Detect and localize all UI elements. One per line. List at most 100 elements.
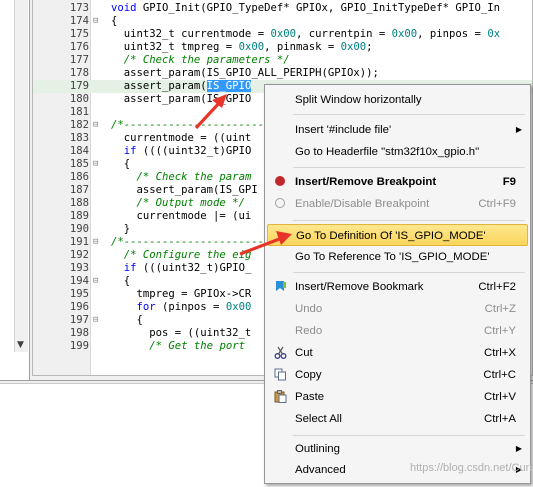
code-text: assert_param(IS_GPIO [111,93,252,105]
submenu-arrow-icon: ▶ [515,125,522,134]
menu-item-insert-remove-breakpoint[interactable]: Insert/Remove Breakpoint F9 [267,171,528,193]
code-line[interactable]: 177 /* Check the parameters */ [33,54,532,67]
line-number: 184 [69,145,89,157]
code-text: /* Get the port [149,340,245,352]
line-number: 177 [69,54,89,66]
menu-item-insert-include[interactable]: Insert '#include file' ▶ [267,119,528,141]
copy-icon [273,368,287,382]
code-text: /* Check the param [136,171,252,183]
line-number: 190 [69,223,89,235]
code-text: if ((((uint32_t)GPIO [123,145,252,157]
code-text: /*----------------------- [111,236,271,248]
project-panel: ▼ [0,0,30,380]
menu-item-label: Go to Headerfile "stm32f10x_gpio.h" [295,146,480,158]
code-line[interactable]: 173 void GPIO_Init(GPIO_TypeDef* GPIOx, G… [33,2,532,15]
code-text: { [111,275,131,287]
line-number: 182 [69,119,89,131]
line-number: 199 [69,340,89,352]
menu-item-label: Paste [295,391,325,403]
fold-toggle-icon[interactable]: ⊟ [93,158,103,171]
menu-separator [293,114,525,115]
code-text: { [111,314,143,326]
menu-item-label: Go To Reference To 'IS_GPIO_MODE' [295,251,490,263]
menu-item-shortcut: Ctrl+F2 [478,281,516,293]
keil-ide-window: ▼ 173 void GPIO_Init(GPIO_TypeDef* GPIOx,… [0,0,533,487]
menu-item-paste[interactable]: Paste Ctrl+V [267,386,528,408]
line-number: 198 [69,327,89,339]
menu-item-label: Undo [295,303,323,315]
line-number: 186 [69,171,89,183]
line-number: 175 [69,28,89,40]
line-number: 178 [69,67,89,79]
code-text: { [111,15,118,27]
menu-item-label: Copy [295,369,322,381]
line-number: 192 [69,249,89,261]
project-panel-scrollbar[interactable]: ▼ [14,0,28,352]
code-text: currentmode |= (ui [111,210,252,222]
menu-separator [293,220,525,221]
menu-item-shortcut: Ctrl+Z [484,303,516,315]
code-line[interactable]: 175 uint32_t currentmode = 0x00, current… [33,28,532,41]
menu-item-outlining[interactable]: Outlining ▶ [267,438,528,460]
code-text: /* Configure the eig [123,249,252,261]
line-number: 195 [69,288,89,300]
line-number: 187 [69,184,89,196]
menu-item-shortcut: Ctrl+Y [484,325,516,337]
code-text: /* Check the parameters */ [123,54,290,66]
menu-item-label: Enable/Disable Breakpoint [295,198,430,210]
menu-separator [293,272,525,273]
fold-toggle-icon[interactable]: ⊟ [93,236,103,249]
fold-toggle-icon[interactable]: ⊟ [93,275,103,288]
line-number: 180 [69,93,89,105]
watermark: https://blog.csdn.net/Curnane0_ [410,462,533,474]
menu-item-shortcut: Ctrl+A [484,413,516,425]
fold-toggle-icon[interactable]: ⊟ [93,119,103,132]
paste-icon [273,390,287,404]
fold-toggle-icon[interactable]: ⊟ [93,15,103,28]
menu-item-undo[interactable]: Undo Ctrl+Z [267,298,528,320]
line-number: 183 [69,132,89,144]
menu-item-insert-remove-bookmark[interactable]: Insert/Remove Bookmark Ctrl+F2 [267,276,528,298]
code-text: } [111,223,131,235]
line-number: 196 [69,301,89,313]
menu-item-cut[interactable]: Cut Ctrl+X [267,342,528,364]
menu-item-redo[interactable]: Redo Ctrl+Y [267,320,528,342]
menu-item-enable-disable-breakpoint[interactable]: Enable/Disable Breakpoint Ctrl+F9 [267,193,528,215]
line-number: 189 [69,210,89,222]
code-line[interactable]: 176 uint32_t tmpreg = 0x00, pinmask = 0x… [33,41,532,54]
code-text: assert_param(IS_GPIO_ALL_PERIPH(GPIOx)); [111,67,379,79]
line-number: 185 [69,158,89,170]
menu-item-label: Split Window horizontally [295,94,422,106]
line-number: 197 [69,314,89,326]
line-number: 191 [69,236,89,248]
code-line[interactable]: 174 ⊟ { [33,15,532,28]
code-text: void GPIO_Init(GPIO_TypeDef* GPIOx, GPIO… [111,2,501,14]
breakpoint-icon [273,175,287,189]
code-text: uint32_t currentmode = 0x00, currentpin … [111,28,501,40]
menu-item-select-all[interactable]: Select All Ctrl+A [267,408,528,430]
menu-item-go-to-definition[interactable]: Go To Definition Of 'IS_GPIO_MODE' [267,224,528,246]
code-text: uint32_t tmpreg = 0x00, pinmask = 0x00; [111,41,373,53]
menu-item-label: Go To Definition Of 'IS_GPIO_MODE' [296,230,486,242]
code-text: /* Output mode */ [136,197,245,209]
menu-item-shortcut: Ctrl+V [484,391,516,403]
code-text: pos = ((uint32_t [111,327,252,339]
scroll-down-icon[interactable]: ▼ [17,340,24,350]
line-number: 173 [69,2,89,14]
code-text: currentmode = ((uint [111,132,252,144]
code-text: tmpreg = GPIOx->CR [111,288,252,300]
menu-item-shortcut: Ctrl+F9 [478,198,516,210]
menu-item-go-to-headerfile[interactable]: Go to Headerfile "stm32f10x_gpio.h" [267,141,528,163]
code-line[interactable]: 178 assert_param(IS_GPIO_ALL_PERIPH(GPIO… [33,67,532,80]
code-text: if (((uint32_t)GPIO_ [123,262,252,274]
menu-item-copy[interactable]: Copy Ctrl+C [267,364,528,386]
breakpoint-disabled-icon [273,197,287,211]
menu-item-go-to-reference[interactable]: Go To Reference To 'IS_GPIO_MODE' [267,246,528,268]
menu-item-split-window[interactable]: Split Window horizontally [267,89,528,111]
menu-item-shortcut: F9 [502,176,516,188]
menu-separator [293,435,525,436]
menu-item-shortcut: Ctrl+X [484,347,516,359]
menu-separator [293,167,525,168]
fold-toggle-icon[interactable]: ⊟ [93,314,103,327]
menu-item-label: Insert/Remove Bookmark [295,281,424,293]
